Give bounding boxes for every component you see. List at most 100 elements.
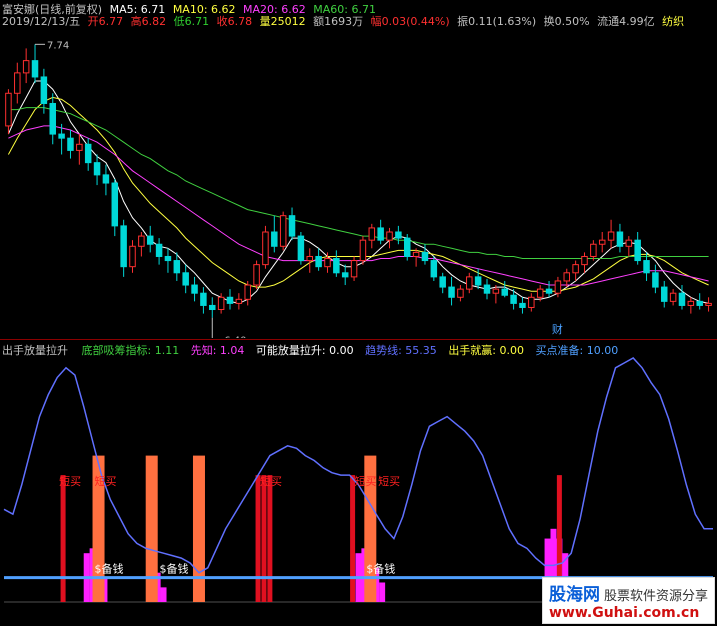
candle-body [581,255,588,266]
candle [386,227,393,249]
candle [359,236,367,265]
candle-body [138,235,145,247]
candle [669,289,677,306]
candle-body [209,304,216,311]
candle [49,93,56,145]
candle [120,219,127,277]
candle-body [466,276,473,290]
prepare-money-label: $备钱 [366,562,395,576]
candle [430,256,438,281]
candle [705,297,712,312]
watermark: 股海网 股票软件资源分享 www.Guhai.com.cn [541,577,715,624]
candle-body [111,182,119,227]
candle [395,225,402,245]
low-price-marker: 6.40 [224,336,246,338]
candlestick-chart[interactable]: 7.74 6.40 财 [0,0,717,338]
candle-body [687,300,695,306]
candle [182,264,189,294]
candle-body [288,215,296,237]
candle [448,276,455,306]
candle-body [244,284,251,300]
candle [590,240,597,261]
candle [306,248,314,273]
candle-body [93,162,101,176]
candle [297,232,305,265]
candle [341,264,349,286]
prepare-money-label: $备钱 [160,562,189,576]
candle-body [554,280,562,294]
candle-body [297,235,305,262]
signal-bar [145,455,158,602]
candle-body [492,288,500,294]
candle [466,272,473,294]
candle [625,236,633,257]
candle-body [40,76,48,104]
candle-body [315,255,322,268]
candle [607,219,615,249]
candle-body [120,225,127,268]
candle-body [625,239,633,247]
candle [350,256,358,281]
candle-body [395,231,402,239]
candle-body [191,284,198,294]
candle [244,280,251,306]
magenta-bar [379,582,386,602]
short-buy-label: 短买 [378,474,400,488]
candle-body [253,264,260,286]
candle-body [31,60,39,78]
candle-body [173,260,181,274]
candle-body [669,292,677,302]
signal-bar [192,455,205,602]
candle [209,297,216,318]
candle [22,48,30,84]
magenta-bar [160,587,167,602]
candle-body [262,231,269,266]
candle-body [607,231,615,241]
candle-body [563,272,571,282]
candle-body [386,231,393,241]
candle-body [226,296,234,304]
candle-body [403,237,411,257]
candle [288,207,296,241]
candle [528,293,535,312]
candle-body [448,286,455,298]
candle [200,287,207,314]
candle-body [84,143,92,164]
candle-body [200,292,207,306]
candle [519,297,526,314]
candle [678,285,686,310]
short-buy-label: 短买 [59,474,81,488]
candle [146,225,154,253]
candle-body [661,286,668,302]
candle [483,278,491,300]
candle-body [350,260,358,278]
candle-body [271,231,278,247]
candle [377,219,384,245]
short-buy-label: 短买 [355,474,377,488]
candle-body [306,255,314,262]
signal-bar [261,475,267,602]
candle-body [536,288,544,298]
candle [279,211,287,251]
candle [129,240,136,273]
candle-body [501,288,508,296]
candle-body [5,92,12,127]
candle [253,260,260,290]
candle-body [76,143,83,151]
candle-body [368,227,376,241]
candle [14,62,21,104]
candle-body [341,272,349,278]
candle-body [146,235,154,245]
candle [271,215,278,253]
signal-bar [350,475,356,602]
candle-body [279,215,287,247]
signal-bar [255,475,261,602]
prepare-money-label: $备钱 [95,562,124,576]
candle [67,130,74,159]
candle [501,280,508,298]
candle [40,68,48,114]
candle-body [22,60,30,74]
candle-body [377,227,384,241]
candle-body [572,264,579,274]
candle-body [430,260,438,278]
